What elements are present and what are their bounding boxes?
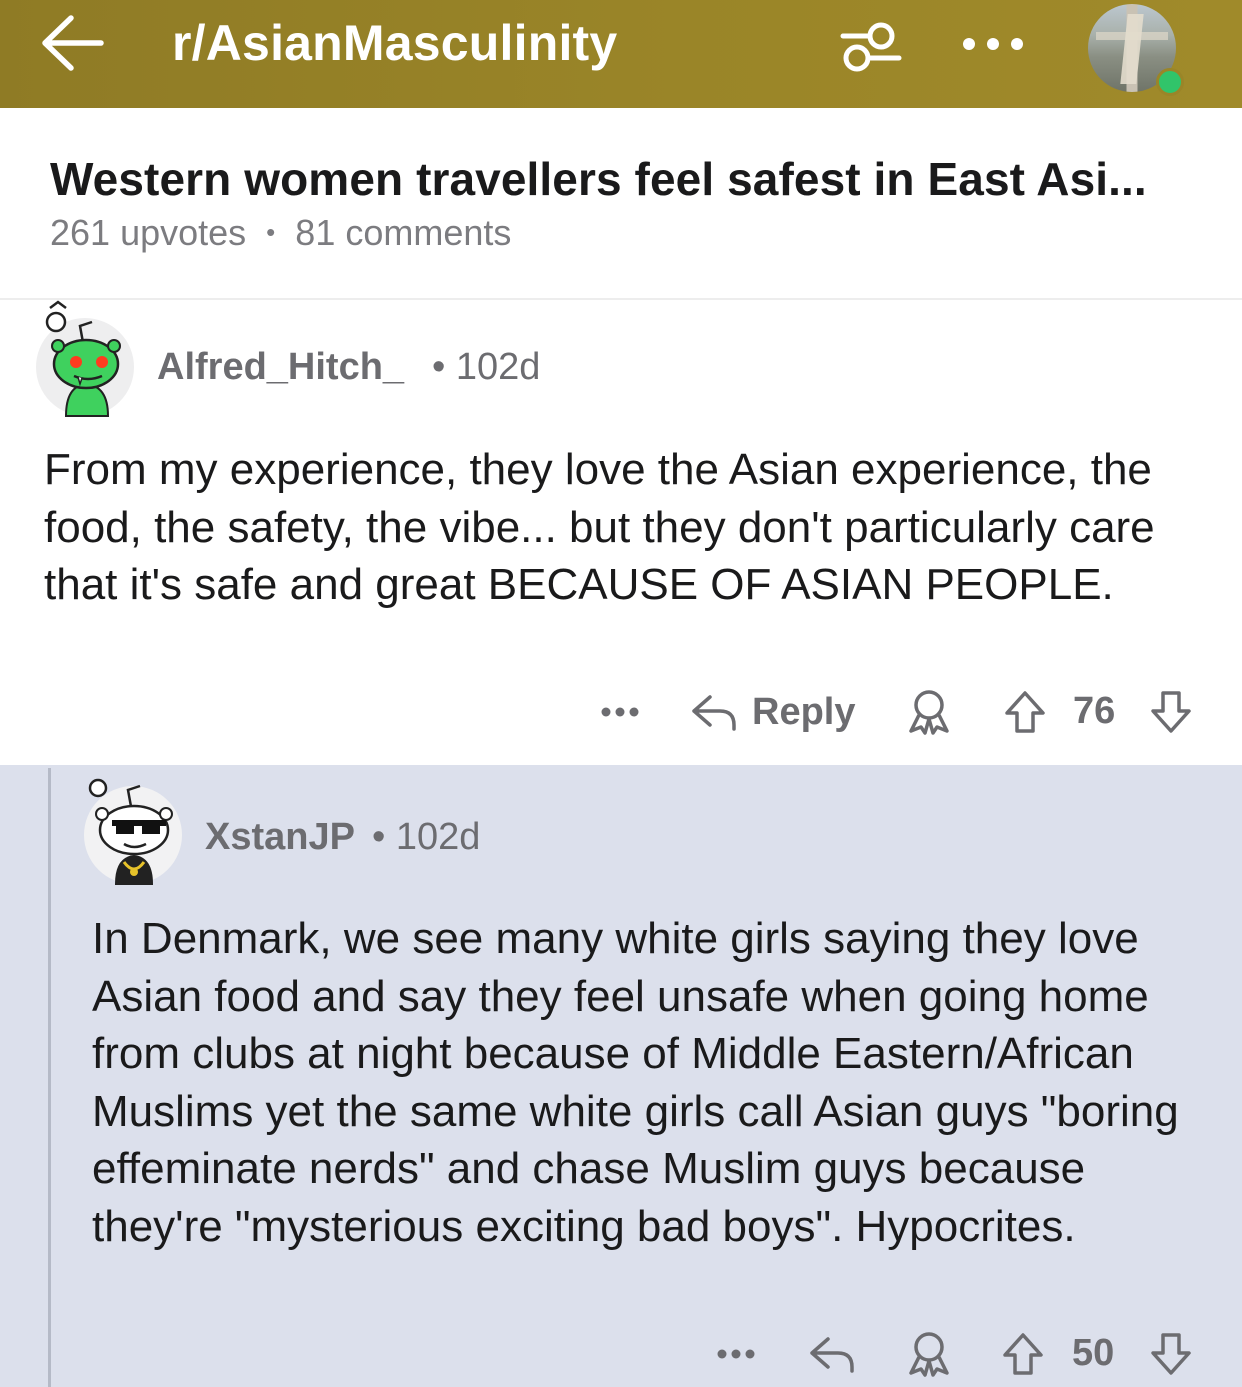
comment-body: In Denmark, we see many white girls sayi…: [92, 914, 1179, 1251]
comment-more-button[interactable]: [706, 1334, 766, 1374]
award-button[interactable]: [900, 686, 958, 738]
divider: [0, 298, 1242, 300]
comment-count: 81 comments: [295, 212, 512, 253]
snoo-sunglasses-avatar-icon: [88, 778, 173, 885]
thread-line[interactable]: [48, 768, 51, 1387]
subreddit-header: r/AsianMasculinity: [0, 0, 1242, 108]
sliders-icon: [840, 22, 902, 72]
commenter-avatar[interactable]: [36, 300, 134, 417]
comment-body: From my experience, they love the Asian …: [44, 445, 1155, 609]
subreddit-name[interactable]: r/AsianMasculinity: [172, 14, 617, 72]
award-button[interactable]: [900, 1328, 958, 1380]
downvote-arrow-icon: [1151, 691, 1191, 733]
commenter-avatar[interactable]: [84, 778, 182, 885]
more-options-button[interactable]: [950, 16, 1030, 72]
post-title[interactable]: Western women travellers feel safest in …: [50, 152, 1147, 206]
snoo-avatar-icon: [45, 300, 121, 417]
more-horizontal-icon: [963, 38, 1023, 50]
downvote-button[interactable]: [1144, 686, 1198, 738]
upvote-arrow-icon: [1003, 1333, 1043, 1375]
post-meta: 261 upvotes • 81 comments: [50, 212, 511, 254]
downvote-arrow-icon: [1151, 1333, 1191, 1375]
online-status-dot: [1156, 68, 1184, 96]
comment-username[interactable]: Alfred_Hitch_: [157, 346, 404, 389]
arrow-left-icon: [42, 15, 104, 71]
back-button[interactable]: [36, 10, 108, 76]
upvote-button[interactable]: [998, 686, 1052, 738]
more-horizontal-icon: [601, 707, 639, 717]
downvote-button[interactable]: [1144, 1328, 1198, 1380]
sort-filter-button[interactable]: [832, 12, 908, 80]
comment-more-button[interactable]: [590, 692, 650, 732]
comment-age: • 102d: [372, 816, 481, 858]
upvote-arrow-icon: [1005, 691, 1045, 733]
comment-username[interactable]: XstanJP: [205, 816, 355, 859]
vote-score: 50: [1072, 1332, 1115, 1374]
comment-age: • 102d: [432, 346, 541, 388]
reply-arrow-icon: [692, 695, 736, 731]
reply-label: Reply: [752, 690, 856, 733]
user-avatar[interactable]: [1088, 4, 1184, 96]
upvote-button[interactable]: [996, 1328, 1050, 1380]
reply-button[interactable]: Reply: [690, 686, 862, 738]
reply-arrow-icon: [810, 1337, 854, 1373]
award-icon: [909, 690, 949, 735]
reply-button[interactable]: [804, 1328, 860, 1380]
vote-score: 76: [1073, 690, 1116, 732]
upvote-count: 261 upvotes: [50, 212, 247, 253]
more-horizontal-icon: [717, 1349, 755, 1359]
award-icon: [909, 1332, 949, 1377]
meta-separator: •: [266, 217, 276, 247]
